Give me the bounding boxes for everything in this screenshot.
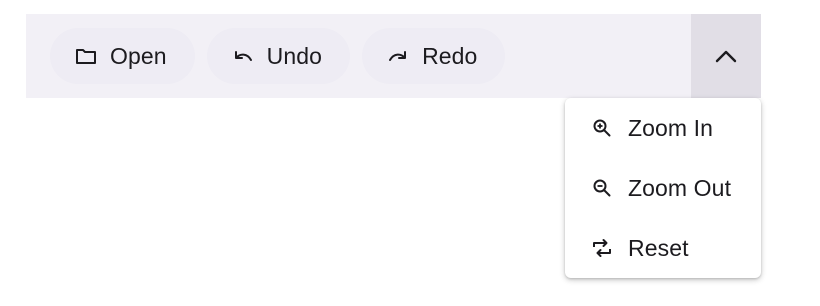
zoom-out-icon <box>590 176 614 200</box>
menu-item-label: Zoom In <box>628 114 714 141</box>
chevron-up-icon <box>714 48 738 64</box>
undo-button-label: Undo <box>266 42 323 69</box>
open-button[interactable]: Open <box>50 28 195 84</box>
redo-button-label: Redo <box>422 42 478 69</box>
menu-item-label: Reset <box>628 234 689 261</box>
overflow-menu: Zoom In Zoom Out Reset <box>565 98 761 278</box>
undo-button[interactable]: Undo <box>206 28 351 84</box>
open-button-label: Open <box>110 42 167 69</box>
menu-item-label: Zoom Out <box>628 174 732 201</box>
redo-icon <box>386 44 410 68</box>
menu-item-zoom-in[interactable]: Zoom In <box>565 98 761 158</box>
toolbar: Open Undo Redo <box>26 14 761 98</box>
overflow-menu-button[interactable] <box>691 14 761 98</box>
reset-icon <box>590 236 614 260</box>
folder-icon <box>74 44 98 68</box>
menu-item-zoom-out[interactable]: Zoom Out <box>565 158 761 218</box>
zoom-in-icon <box>590 116 614 140</box>
undo-icon <box>231 44 255 68</box>
redo-button[interactable]: Redo <box>362 28 506 84</box>
menu-item-reset[interactable]: Reset <box>565 218 761 278</box>
